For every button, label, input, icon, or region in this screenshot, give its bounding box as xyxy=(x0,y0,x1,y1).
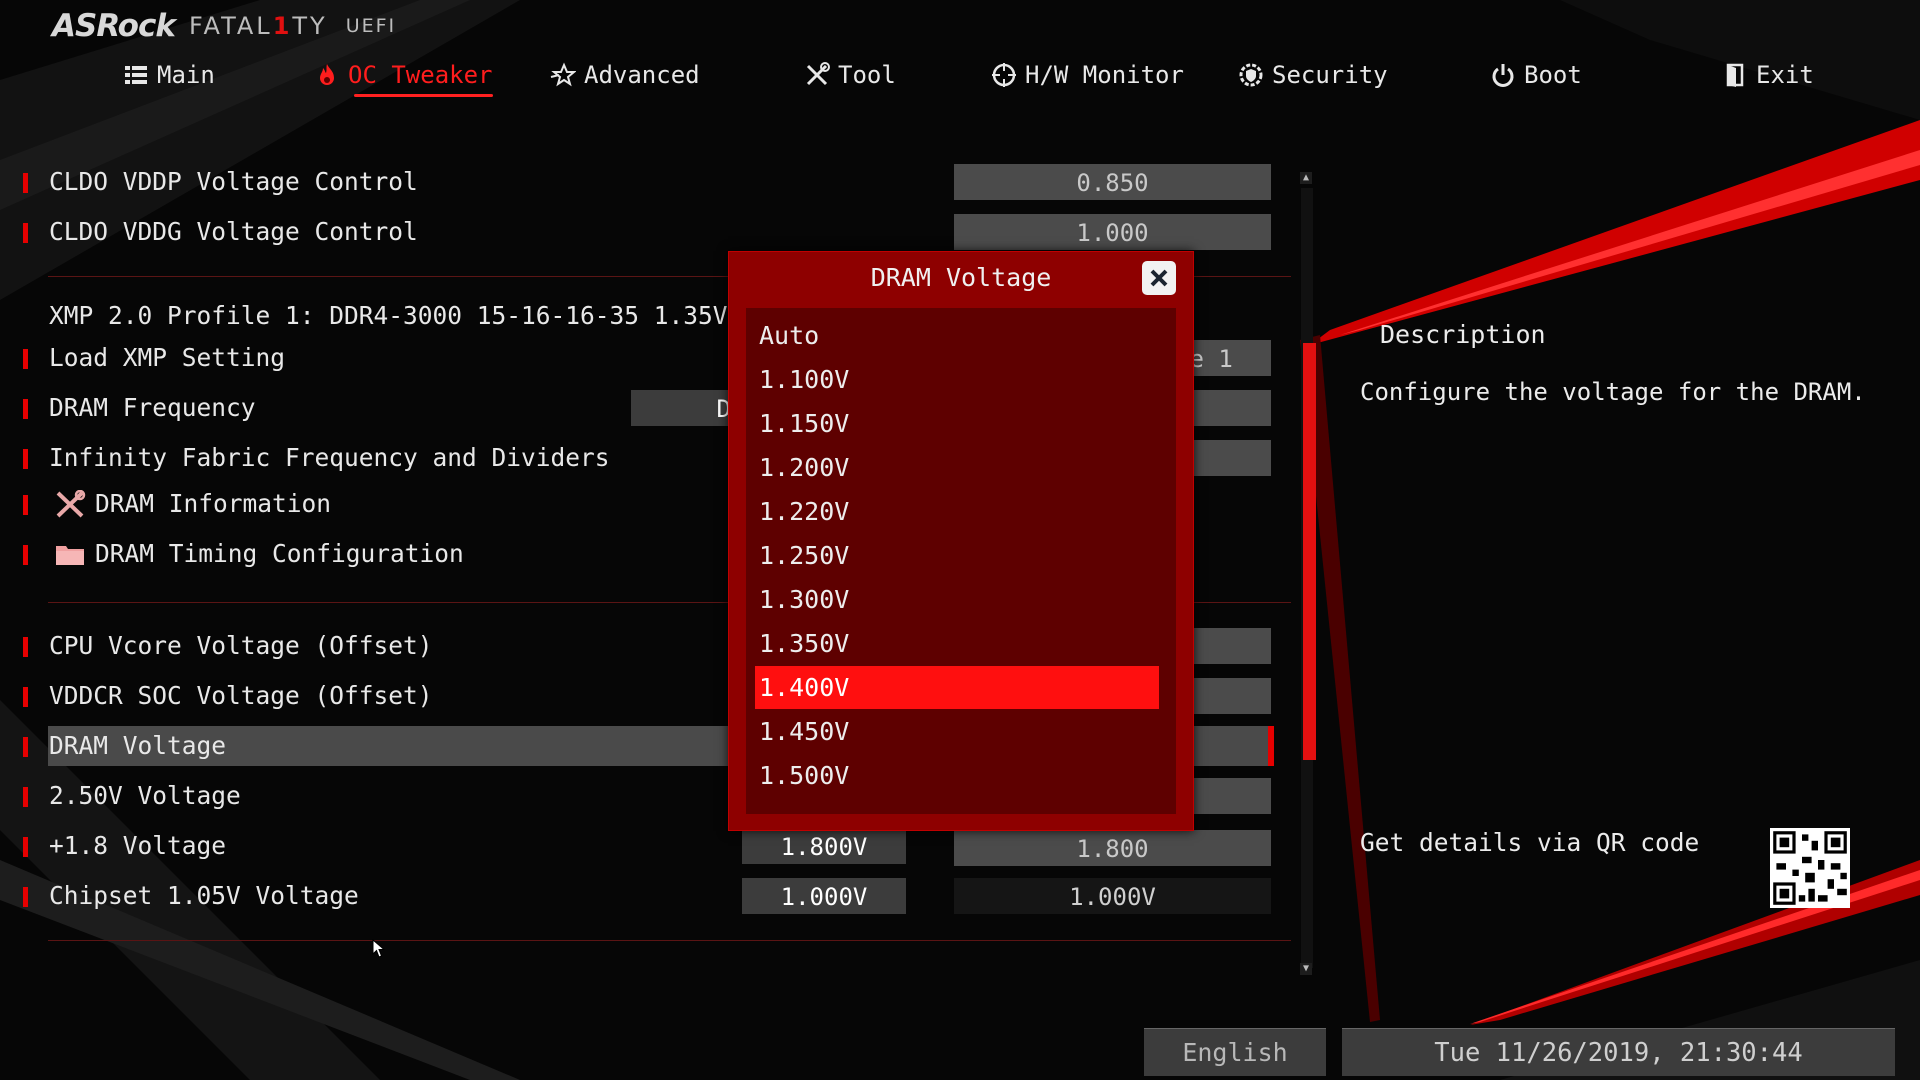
row-marker xyxy=(23,223,28,243)
folder-icon xyxy=(56,546,84,565)
option-1-200v[interactable]: 1.200V xyxy=(755,446,1159,489)
mouse-pointer-icon xyxy=(372,939,386,958)
setting-label: Load XMP Setting xyxy=(49,343,286,372)
row-marker xyxy=(23,687,28,707)
setting-label: DRAM Frequency xyxy=(49,393,256,422)
close-icon xyxy=(1150,269,1168,287)
option-1-350v[interactable]: 1.350V xyxy=(755,622,1159,665)
setting-label: CPU Vcore Voltage (Offset) xyxy=(49,631,433,660)
row-marker xyxy=(23,637,28,657)
asrock-logo: ASRock FATAL1TY UEFI xyxy=(52,6,396,46)
setting-label: DRAM Voltage xyxy=(49,731,227,760)
cldo-vddg-value[interactable]: 1.000 xyxy=(954,214,1271,250)
tab-advanced[interactable]: Advanced xyxy=(550,55,700,95)
voltage-option-list: Auto 1.100V 1.150V 1.200V 1.220V 1.250V … xyxy=(746,308,1176,814)
v18-current: 1.800 xyxy=(954,830,1271,866)
row-marker xyxy=(23,349,28,369)
option-1-450v[interactable]: 1.450V xyxy=(755,710,1159,753)
description-title: Description xyxy=(1380,320,1546,349)
language-selector[interactable]: English xyxy=(1144,1028,1326,1076)
cldo-vddp-value[interactable]: 0.850 xyxy=(954,164,1271,200)
setting-label: DRAM Timing Configuration xyxy=(95,539,464,568)
setting-label: VDDCR SOC Voltage (Offset) xyxy=(49,681,433,710)
tools-icon xyxy=(56,490,86,518)
tab-boot-label: Boot xyxy=(1524,61,1582,89)
dram-frequency-input[interactable]: D xyxy=(631,390,731,426)
dialog-title: DRAM Voltage xyxy=(870,263,1052,292)
shield-icon xyxy=(1239,63,1263,87)
row-marker xyxy=(23,737,28,757)
scroll-up-arrow[interactable]: ▲ xyxy=(1300,172,1312,184)
series-pre: FATAL xyxy=(188,12,273,40)
tab-main[interactable]: Main xyxy=(123,55,215,95)
section-divider xyxy=(48,940,1291,941)
close-button[interactable] xyxy=(1142,261,1176,295)
series-name: FATAL1TY xyxy=(189,12,328,40)
tab-hw-monitor-label: H/W Monitor xyxy=(1025,61,1184,89)
row-marker xyxy=(23,173,28,193)
tab-oc-tweaker-label: OC Tweaker xyxy=(348,61,493,89)
setting-label: 2.50V Voltage xyxy=(49,781,241,810)
row-marker xyxy=(23,787,28,807)
crosshair-icon xyxy=(992,63,1016,87)
tools-icon xyxy=(806,62,830,86)
option-1-300v[interactable]: 1.300V xyxy=(755,578,1159,621)
power-icon xyxy=(1492,64,1514,87)
setting-label: Infinity Fabric Frequency and Dividers xyxy=(49,443,610,472)
brand-name: ASRock xyxy=(52,8,176,44)
option-1-400v-selected[interactable]: 1.400V xyxy=(755,666,1159,709)
row-marker xyxy=(23,495,28,515)
option-1-220v[interactable]: 1.220V xyxy=(755,490,1159,533)
series-post: TY xyxy=(292,12,328,40)
uefi-label: UEFI xyxy=(345,15,397,37)
option-auto[interactable]: Auto xyxy=(755,314,1159,357)
setting-label: DRAM Information xyxy=(95,489,332,518)
chipset-input[interactable]: 1.000V xyxy=(742,878,906,914)
datetime-display: Tue 11/26/2019, 21:30:44 xyxy=(1342,1028,1895,1076)
row-marker xyxy=(23,887,28,907)
v18-input[interactable]: 1.800V xyxy=(742,828,906,864)
star-icon xyxy=(550,62,576,87)
tab-advanced-label: Advanced xyxy=(584,61,700,89)
list-icon xyxy=(125,66,147,84)
tab-boot[interactable]: Boot xyxy=(1490,55,1582,95)
tab-exit[interactable]: Exit xyxy=(1722,55,1814,95)
scrollbar-thumb[interactable] xyxy=(1303,343,1316,760)
series-one: 1 xyxy=(272,12,293,40)
row-marker xyxy=(23,837,28,857)
setting-label: CLDO VDDG Voltage Control xyxy=(49,217,418,246)
tab-hw-monitor[interactable]: H/W Monitor xyxy=(991,55,1184,95)
option-1-100v[interactable]: 1.100V xyxy=(755,358,1159,401)
qr-caption: Get details via QR code xyxy=(1360,828,1700,857)
tab-main-label: Main xyxy=(157,61,215,89)
tab-exit-label: Exit xyxy=(1756,61,1814,89)
tab-tool[interactable]: Tool xyxy=(804,55,896,95)
tab-security-label: Security xyxy=(1272,61,1388,89)
option-1-250v[interactable]: 1.250V xyxy=(755,534,1159,577)
exit-door-icon xyxy=(1726,63,1744,87)
setting-label: CLDO VDDP Voltage Control xyxy=(49,167,418,196)
xmp-profile-label: XMP 2.0 Profile 1: DDR4-3000 15-16-16-35… xyxy=(49,301,728,330)
scroll-down-arrow[interactable]: ▼ xyxy=(1300,963,1312,975)
tab-security[interactable]: Security xyxy=(1238,55,1388,95)
chipset-current: 1.000V xyxy=(954,878,1271,914)
row-marker xyxy=(23,399,28,419)
setting-label: +1.8 Voltage xyxy=(49,831,227,860)
dram-voltage-dialog: DRAM Voltage Auto 1.100V 1.150V 1.200V 1… xyxy=(728,251,1194,831)
tab-oc-tweaker[interactable]: OC Tweaker xyxy=(314,55,493,97)
qr-code-icon[interactable] xyxy=(1770,828,1850,908)
description-text: Configure the voltage for the DRAM. xyxy=(1360,378,1866,406)
row-marker xyxy=(23,545,28,565)
selection-highlight-end xyxy=(1268,726,1274,766)
flame-icon xyxy=(320,64,334,85)
option-1-150v[interactable]: 1.150V xyxy=(755,402,1159,445)
option-1-500v[interactable]: 1.500V xyxy=(755,754,1159,797)
tab-tool-label: Tool xyxy=(838,61,896,89)
top-nav: Main OC Tweaker Advanced Tool H/W Monito… xyxy=(0,55,1920,97)
row-marker xyxy=(23,449,28,469)
setting-label: Chipset 1.05V Voltage xyxy=(49,881,359,910)
